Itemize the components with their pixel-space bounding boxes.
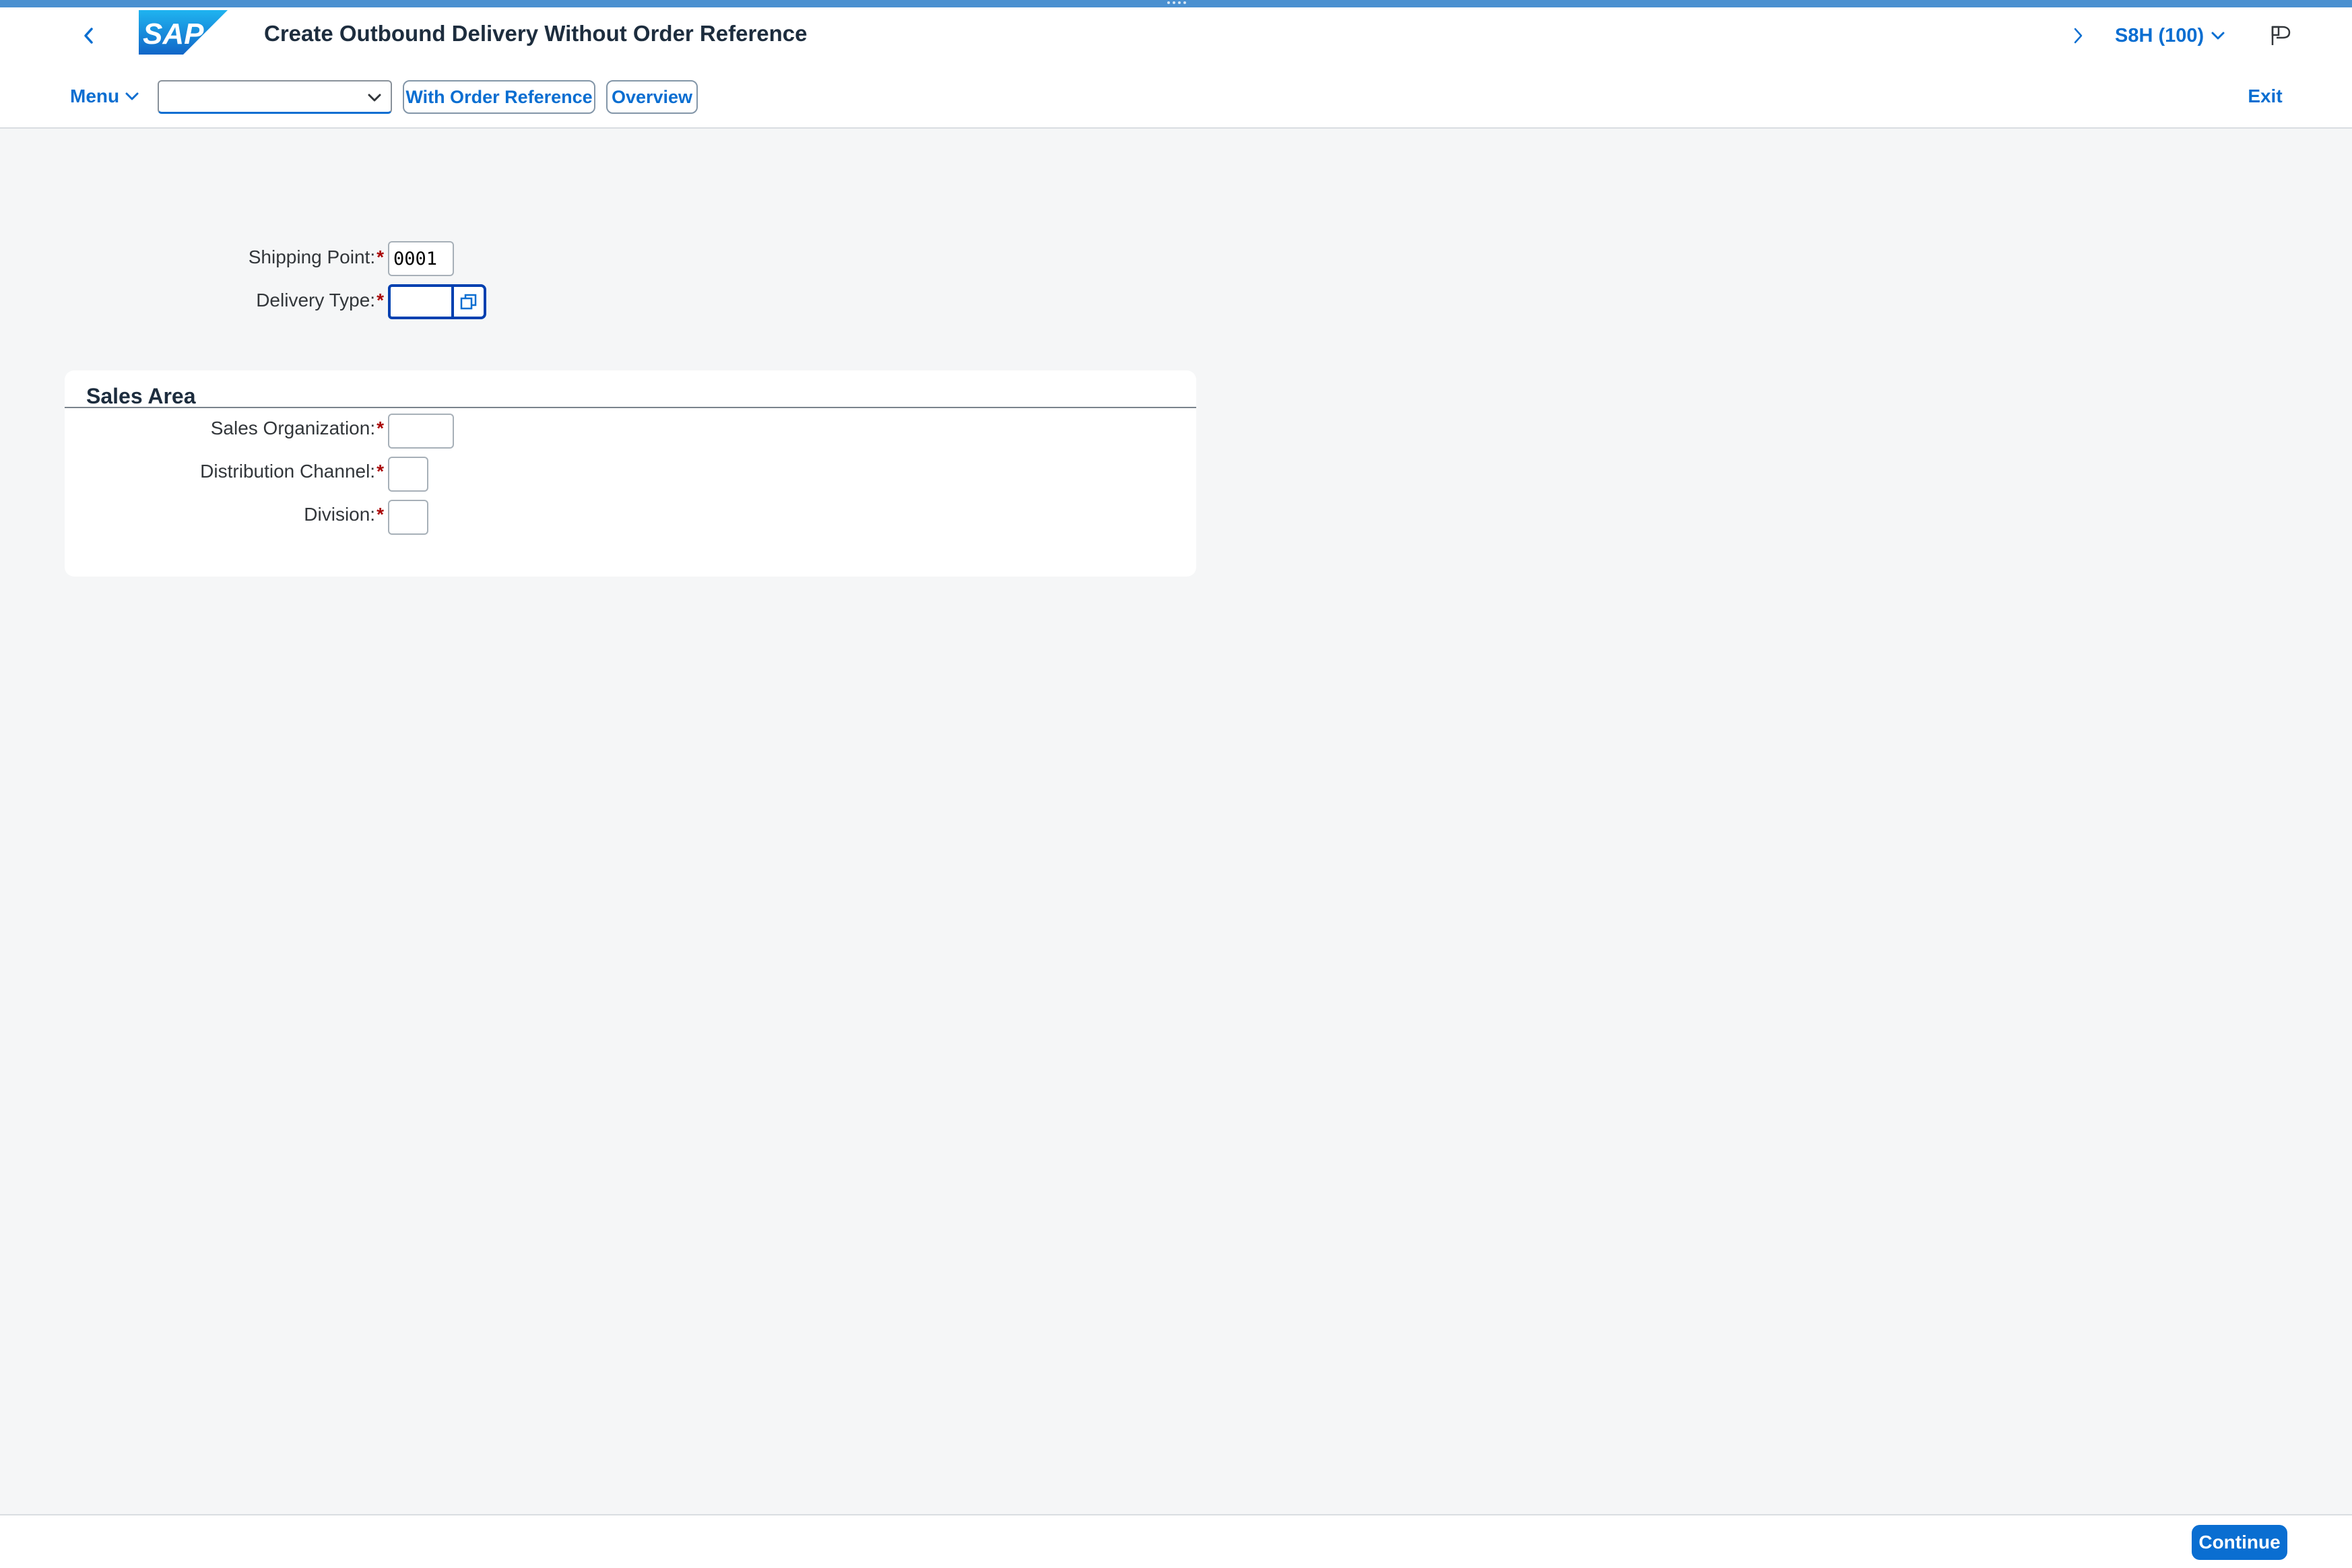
chevron-down-icon [125,92,139,100]
help-icon [2271,26,2291,45]
required-marker: * [377,418,384,438]
chevron-down-icon [2211,32,2225,40]
with-order-reference-button[interactable]: With Order Reference [403,80,595,114]
required-marker: * [377,247,384,267]
shipping-point-label: Shipping Point:* [248,247,384,267]
application-toolbar: Menu With Order Reference Overview Exit [0,64,2352,129]
distribution-channel-label: Distribution Channel:* [200,461,384,482]
delivery-type-value-help-button[interactable] [453,284,486,319]
sales-organization-input[interactable] [388,414,454,449]
value-help-icon [460,294,477,310]
overview-button[interactable]: Overview [606,80,698,114]
required-marker: * [377,504,384,525]
delivery-type-input[interactable] [388,284,454,319]
chevron-down-icon [368,94,381,102]
footer-bar: Continue [0,1514,2352,1568]
sap-logo[interactable]: SAP [139,10,228,55]
sales-organization-label: Sales Organization:* [210,418,384,438]
svg-text:SAP: SAP [143,18,204,51]
back-button[interactable] [75,17,102,55]
required-marker: * [377,290,384,311]
system-selector[interactable]: S8H (100) [2115,17,2225,55]
exit-button[interactable]: Exit [2243,80,2287,112]
shell-bar: SAP Create Outbound Delivery Without Ord… [0,7,2352,64]
sales-area-title: Sales Area [86,384,196,408]
chevron-right-icon [2074,28,2083,44]
division-input[interactable] [388,500,428,535]
shipping-point-input[interactable]: 0001 [388,241,454,276]
panel-divider [65,407,1196,408]
system-label: S8H (100) [2115,24,2204,46]
continue-button[interactable]: Continue [2192,1525,2287,1560]
help-button[interactable] [2262,17,2299,55]
chevron-left-icon [84,28,93,44]
menu-button[interactable]: Menu [70,80,139,112]
required-marker: * [377,461,384,482]
distribution-channel-input[interactable] [388,457,428,492]
delivery-type-label: Delivery Type:* [256,290,384,311]
forward-button[interactable] [2068,17,2088,55]
command-field-select[interactable] [158,80,392,114]
window-resize-grip[interactable] [1167,1,1187,4]
menu-label: Menu [70,86,120,106]
division-label: Division:* [304,504,384,525]
app-title: Create Outbound Delivery Without Order R… [264,21,808,46]
